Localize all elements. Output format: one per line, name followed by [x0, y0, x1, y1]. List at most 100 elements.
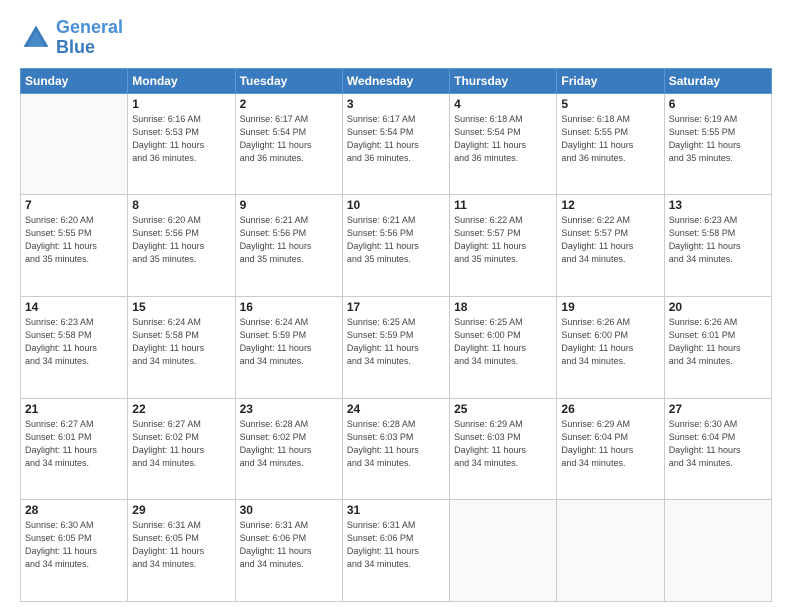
day-number: 4	[454, 97, 552, 111]
day-info: Sunrise: 6:29 AM Sunset: 6:03 PM Dayligh…	[454, 418, 552, 470]
day-info: Sunrise: 6:20 AM Sunset: 5:56 PM Dayligh…	[132, 214, 230, 266]
day-header-monday: Monday	[128, 68, 235, 93]
calendar-table: SundayMondayTuesdayWednesdayThursdayFrid…	[20, 68, 772, 602]
day-info: Sunrise: 6:27 AM Sunset: 6:02 PM Dayligh…	[132, 418, 230, 470]
day-info: Sunrise: 6:18 AM Sunset: 5:54 PM Dayligh…	[454, 113, 552, 165]
calendar-cell: 25 Sunrise: 6:29 AM Sunset: 6:03 PM Dayli…	[450, 398, 557, 500]
day-info: Sunrise: 6:24 AM Sunset: 5:59 PM Dayligh…	[240, 316, 338, 368]
calendar-cell: 11Sunrise: 6:22 AM Sunset: 5:57 PM Dayli…	[450, 195, 557, 297]
day-header-wednesday: Wednesday	[342, 68, 449, 93]
day-info: Sunrise: 6:23 AM Sunset: 5:58 PM Dayligh…	[25, 316, 123, 368]
calendar-cell: 8 Sunrise: 6:20 AM Sunset: 5:56 PM Daylig…	[128, 195, 235, 297]
calendar-cell: 29Sunrise: 6:31 AM Sunset: 6:05 PM Dayli…	[128, 500, 235, 602]
header: General Blue	[20, 18, 772, 58]
day-number: 23	[240, 402, 338, 416]
calendar-cell: 21 Sunrise: 6:27 AM Sunset: 6:01 PM Dayli…	[21, 398, 128, 500]
day-header-sunday: Sunday	[21, 68, 128, 93]
day-info: Sunrise: 6:31 AM Sunset: 6:06 PM Dayligh…	[347, 519, 445, 571]
day-number: 17	[347, 300, 445, 314]
day-header-saturday: Saturday	[664, 68, 771, 93]
calendar-week-4: 21 Sunrise: 6:27 AM Sunset: 6:01 PM Dayli…	[21, 398, 772, 500]
day-info: Sunrise: 6:21 AM Sunset: 5:56 PM Dayligh…	[240, 214, 338, 266]
day-info: Sunrise: 6:27 AM Sunset: 6:01 PM Dayligh…	[25, 418, 123, 470]
logo: General Blue	[20, 18, 123, 58]
day-info: Sunrise: 6:25 AM Sunset: 5:59 PM Dayligh…	[347, 316, 445, 368]
day-number: 5	[561, 97, 659, 111]
day-header-friday: Friday	[557, 68, 664, 93]
day-header-thursday: Thursday	[450, 68, 557, 93]
calendar-cell: 3Sunrise: 6:17 AM Sunset: 5:54 PM Daylig…	[342, 93, 449, 195]
day-number: 25	[454, 402, 552, 416]
logo-text: General Blue	[56, 18, 123, 58]
day-info: Sunrise: 6:20 AM Sunset: 5:55 PM Dayligh…	[25, 214, 123, 266]
day-number: 30	[240, 503, 338, 517]
day-info: Sunrise: 6:18 AM Sunset: 5:55 PM Dayligh…	[561, 113, 659, 165]
calendar-cell: 19Sunrise: 6:26 AM Sunset: 6:00 PM Dayli…	[557, 296, 664, 398]
calendar-cell: 28 Sunrise: 6:30 AM Sunset: 6:05 PM Dayli…	[21, 500, 128, 602]
calendar-cell	[557, 500, 664, 602]
day-number: 21	[25, 402, 123, 416]
day-info: Sunrise: 6:29 AM Sunset: 6:04 PM Dayligh…	[561, 418, 659, 470]
day-number: 19	[561, 300, 659, 314]
calendar-cell	[21, 93, 128, 195]
calendar-cell: 4 Sunrise: 6:18 AM Sunset: 5:54 PM Daylig…	[450, 93, 557, 195]
day-number: 15	[132, 300, 230, 314]
calendar-cell: 30 Sunrise: 6:31 AM Sunset: 6:06 PM Dayli…	[235, 500, 342, 602]
calendar-cell: 26Sunrise: 6:29 AM Sunset: 6:04 PM Dayli…	[557, 398, 664, 500]
calendar-cell: 2 Sunrise: 6:17 AM Sunset: 5:54 PM Daylig…	[235, 93, 342, 195]
calendar-cell: 31 Sunrise: 6:31 AM Sunset: 6:06 PM Dayli…	[342, 500, 449, 602]
day-number: 8	[132, 198, 230, 212]
day-header-tuesday: Tuesday	[235, 68, 342, 93]
day-info: Sunrise: 6:30 AM Sunset: 6:05 PM Dayligh…	[25, 519, 123, 571]
calendar-week-3: 14 Sunrise: 6:23 AM Sunset: 5:58 PM Dayli…	[21, 296, 772, 398]
calendar-header-row: SundayMondayTuesdayWednesdayThursdayFrid…	[21, 68, 772, 93]
calendar-cell: 20 Sunrise: 6:26 AM Sunset: 6:01 PM Dayli…	[664, 296, 771, 398]
day-number: 18	[454, 300, 552, 314]
calendar-cell: 9 Sunrise: 6:21 AM Sunset: 5:56 PM Daylig…	[235, 195, 342, 297]
calendar-cell	[664, 500, 771, 602]
day-number: 27	[669, 402, 767, 416]
day-number: 14	[25, 300, 123, 314]
day-info: Sunrise: 6:31 AM Sunset: 6:06 PM Dayligh…	[240, 519, 338, 571]
day-info: Sunrise: 6:24 AM Sunset: 5:58 PM Dayligh…	[132, 316, 230, 368]
calendar-cell: 5 Sunrise: 6:18 AM Sunset: 5:55 PM Daylig…	[557, 93, 664, 195]
calendar-week-1: 1 Sunrise: 6:16 AM Sunset: 5:53 PM Daylig…	[21, 93, 772, 195]
calendar-cell	[450, 500, 557, 602]
calendar-cell: 16 Sunrise: 6:24 AM Sunset: 5:59 PM Dayli…	[235, 296, 342, 398]
day-number: 3	[347, 97, 445, 111]
calendar-cell: 7Sunrise: 6:20 AM Sunset: 5:55 PM Daylig…	[21, 195, 128, 297]
day-info: Sunrise: 6:22 AM Sunset: 5:57 PM Dayligh…	[454, 214, 552, 266]
day-info: Sunrise: 6:26 AM Sunset: 6:01 PM Dayligh…	[669, 316, 767, 368]
calendar-cell: 1 Sunrise: 6:16 AM Sunset: 5:53 PM Daylig…	[128, 93, 235, 195]
day-info: Sunrise: 6:16 AM Sunset: 5:53 PM Dayligh…	[132, 113, 230, 165]
day-info: Sunrise: 6:28 AM Sunset: 6:02 PM Dayligh…	[240, 418, 338, 470]
day-number: 28	[25, 503, 123, 517]
day-number: 13	[669, 198, 767, 212]
day-number: 29	[132, 503, 230, 517]
day-number: 20	[669, 300, 767, 314]
day-info: Sunrise: 6:21 AM Sunset: 5:56 PM Dayligh…	[347, 214, 445, 266]
page: General Blue SundayMondayTuesdayWednesda…	[0, 0, 792, 612]
calendar-cell: 18 Sunrise: 6:25 AM Sunset: 6:00 PM Dayli…	[450, 296, 557, 398]
day-number: 24	[347, 402, 445, 416]
calendar-week-5: 28 Sunrise: 6:30 AM Sunset: 6:05 PM Dayli…	[21, 500, 772, 602]
day-info: Sunrise: 6:17 AM Sunset: 5:54 PM Dayligh…	[240, 113, 338, 165]
calendar-cell: 15 Sunrise: 6:24 AM Sunset: 5:58 PM Dayli…	[128, 296, 235, 398]
day-number: 1	[132, 97, 230, 111]
calendar-cell: 10Sunrise: 6:21 AM Sunset: 5:56 PM Dayli…	[342, 195, 449, 297]
calendar-cell: 22Sunrise: 6:27 AM Sunset: 6:02 PM Dayli…	[128, 398, 235, 500]
calendar-cell: 14 Sunrise: 6:23 AM Sunset: 5:58 PM Dayli…	[21, 296, 128, 398]
calendar-cell: 23 Sunrise: 6:28 AM Sunset: 6:02 PM Dayli…	[235, 398, 342, 500]
day-number: 16	[240, 300, 338, 314]
calendar-cell: 6Sunrise: 6:19 AM Sunset: 5:55 PM Daylig…	[664, 93, 771, 195]
day-info: Sunrise: 6:30 AM Sunset: 6:04 PM Dayligh…	[669, 418, 767, 470]
logo-icon	[20, 22, 52, 54]
day-number: 31	[347, 503, 445, 517]
day-info: Sunrise: 6:23 AM Sunset: 5:58 PM Dayligh…	[669, 214, 767, 266]
calendar-cell: 12Sunrise: 6:22 AM Sunset: 5:57 PM Dayli…	[557, 195, 664, 297]
day-number: 2	[240, 97, 338, 111]
day-info: Sunrise: 6:19 AM Sunset: 5:55 PM Dayligh…	[669, 113, 767, 165]
day-number: 9	[240, 198, 338, 212]
day-info: Sunrise: 6:25 AM Sunset: 6:00 PM Dayligh…	[454, 316, 552, 368]
day-info: Sunrise: 6:22 AM Sunset: 5:57 PM Dayligh…	[561, 214, 659, 266]
